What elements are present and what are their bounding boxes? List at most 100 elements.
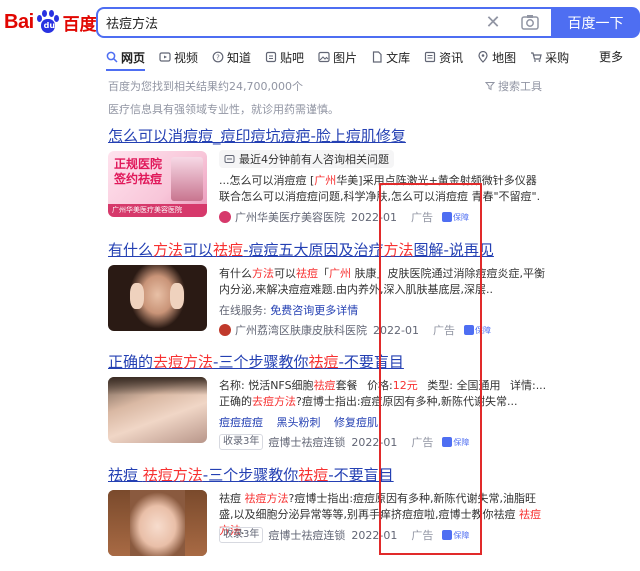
sitelink[interactable]: 痘痘痘痘 <box>219 416 263 429</box>
online-service-link[interactable]: 免费咨询更多详情 <box>270 304 358 317</box>
result-thumbnail[interactable]: 正规医院 签约祛痘 广州华美医疗美容医院 <box>108 151 207 217</box>
title-text: -不要盲目 <box>328 466 394 484</box>
search-tabs: 网页 视频 ? 知道 贴吧 图片 文库 资讯 地图 采购 <box>106 46 583 71</box>
ad-label[interactable]: 广告 <box>411 434 433 450</box>
tab-purchase[interactable]: 采购 <box>530 46 569 68</box>
desc-highlight: 广州 <box>329 267 351 280</box>
title-highlight: 祛痘 <box>298 466 329 484</box>
shield-icon <box>441 212 452 222</box>
search-input[interactable]: 祛痘方法 ✕ <box>96 7 551 38</box>
hand-shape <box>130 283 144 309</box>
result-description: ...怎么可以消痘痘 [广州华美]采用点阵激光+黄金射频微针多仪器联合怎么可以消… <box>219 173 547 205</box>
result-meta: 广州华美医疗美容医院 2022-01 广告 保障 <box>219 209 469 225</box>
search-button[interactable]: 百度一下 <box>551 7 640 38</box>
image-icon <box>318 51 330 63</box>
sitelink[interactable]: 修复痘肌 <box>334 416 378 429</box>
tab-news[interactable]: 资讯 <box>424 46 463 68</box>
result-title-link[interactable]: 有什么方法可以祛痘-痘痘五大原因及治疗方法图解-说再见 <box>108 240 548 260</box>
desc-text: 正确的 <box>219 395 252 408</box>
title-text: 有什么 <box>108 241 154 259</box>
consult-hint[interactable]: 最近4分钟前有人咨询相关问题 <box>219 150 394 168</box>
guarantee-badge[interactable]: 保障 <box>442 530 469 541</box>
indexed-years-tag: 收录3年 <box>219 434 264 450</box>
sitelink[interactable]: 黑头粉刺 <box>277 416 321 429</box>
camera-icon[interactable] <box>521 14 539 30</box>
tab-video[interactable]: 视频 <box>159 46 198 68</box>
result-description: 有什么方法可以祛痘「广州 肤康」皮肤医院通过消除痘痘炎症,平衡内分泌,来解决痘痘… <box>219 266 547 298</box>
hand-shape <box>170 283 184 309</box>
thumb-headline: 正规医院 签约祛痘 <box>114 157 163 186</box>
source-name[interactable]: 痘博士祛痘连锁 <box>268 527 345 543</box>
ad-label[interactable]: 广告 <box>411 209 433 225</box>
result-meta: 收录3年 痘博士祛痘连锁 2022-01 广告 保障 <box>219 434 469 450</box>
title-text: -三个步骤教你 <box>213 353 309 371</box>
logo-text-bai: Bai <box>4 10 34 33</box>
tab-label: 资讯 <box>439 50 464 65</box>
tab-label: 采购 <box>545 50 570 65</box>
result-meta: 收录3年 痘博士祛痘连锁 2022-01 广告 保障 <box>219 527 469 543</box>
tab-image[interactable]: 图片 <box>318 46 357 68</box>
tab-label: 贴吧 <box>280 50 305 65</box>
result-title-link[interactable]: 怎么可以消痘痘_痘印痘坑痘疤-脸上痘肌修复 <box>108 126 548 146</box>
source-name[interactable]: 广州华美医疗美容医院 <box>235 209 345 225</box>
title-text: -三个步骤教你 <box>202 466 299 484</box>
thumb-caption: 广州华美医疗美容医院 <box>108 204 207 217</box>
shield-icon <box>442 530 453 540</box>
result-title-link[interactable]: 正确的去痘方法-三个步骤教你祛痘-不要盲目 <box>108 352 548 372</box>
desc-text: 有什么 <box>219 267 252 280</box>
guarantee-label: 保障 <box>474 325 491 335</box>
guarantee-badge[interactable]: 保障 <box>463 325 491 336</box>
tab-label: 网页 <box>121 50 146 65</box>
tab-wenku[interactable]: 文库 <box>371 46 410 68</box>
result-title-link[interactable]: 祛痘 祛痘方法-三个步骤教你祛痘-不要盲目 <box>108 465 548 485</box>
baidu-logo[interactable]: Bai du 百度 <box>4 8 97 36</box>
online-service-label: 在线服务: <box>219 304 267 317</box>
guarantee-badge[interactable]: 保障 <box>441 212 469 223</box>
result-date: 2022-01 <box>351 528 398 542</box>
filter-icon <box>485 82 495 91</box>
tab-label: 知道 <box>227 50 252 65</box>
attr-text: 名称: 悦活NFS细胞 <box>219 379 314 392</box>
guarantee-badge[interactable]: 保障 <box>442 437 469 448</box>
detail-label: 详情:... <box>509 379 547 392</box>
cart-icon <box>531 52 542 62</box>
hair-shape <box>108 490 130 556</box>
result-thumbnail[interactable] <box>108 265 207 331</box>
search-result: 祛痘 祛痘方法-三个步骤教你祛痘-不要盲目 祛痘 祛痘方法?痘博士指出:痘痘原因… <box>108 465 548 556</box>
price-value: 12元 <box>392 379 418 392</box>
type-label: 类型: 全国通用 <box>427 379 501 392</box>
result-thumbnail[interactable] <box>108 490 207 556</box>
tab-map[interactable]: 地图 <box>477 46 516 68</box>
tab-web[interactable]: 网页 <box>106 46 146 71</box>
close-icon[interactable]: ✕ <box>483 13 503 33</box>
result-meta: 广州荔湾区肤康皮肤科医院 2022-01 广告 保障 <box>219 322 491 338</box>
source-logo-icon <box>219 324 231 336</box>
title-text: 正确的 <box>108 353 154 371</box>
search-result: 有什么方法可以祛痘-痘痘五大原因及治疗方法图解-说再见 有什么方法可以祛痘「广州… <box>108 240 548 337</box>
svg-text:?: ? <box>216 54 220 62</box>
guarantee-label: 保障 <box>452 212 469 222</box>
result-thumbnail[interactable] <box>108 377 207 443</box>
source-name[interactable]: 广州荔湾区肤康皮肤科医院 <box>235 322 367 338</box>
question-icon: ? <box>212 51 224 63</box>
tab-more[interactable]: 更多 <box>599 48 623 65</box>
paw-icon: du <box>35 9 61 35</box>
attr-text: 套餐 <box>335 379 358 392</box>
chat-icon <box>224 154 235 163</box>
desc-text: 祛痘 <box>219 492 245 505</box>
result-count: 百度为您找到相关结果约24,700,000个 <box>108 80 303 93</box>
guarantee-label: 保障 <box>453 530 470 540</box>
forum-icon <box>265 51 277 63</box>
ad-label[interactable]: 广告 <box>411 527 433 543</box>
source-name[interactable]: 痘博士祛痘连锁 <box>268 434 345 450</box>
ad-label[interactable]: 广告 <box>433 322 455 338</box>
consult-hint-text: 最近4分钟前有人咨询相关问题 <box>239 153 389 166</box>
price-label: 价格: <box>367 379 393 392</box>
search-tools-button[interactable]: 搜索工具 <box>485 78 542 94</box>
title-text: -痘痘五大原因及治疗 <box>243 241 384 259</box>
tab-label: 地图 <box>492 50 517 65</box>
desc-text: ?痘博士指出:痘痘原因有多种,新陈代谢失常... <box>296 395 518 408</box>
tab-tieba[interactable]: 贴吧 <box>265 46 304 68</box>
tab-zhidao[interactable]: ? 知道 <box>212 46 251 68</box>
map-icon <box>478 51 488 63</box>
